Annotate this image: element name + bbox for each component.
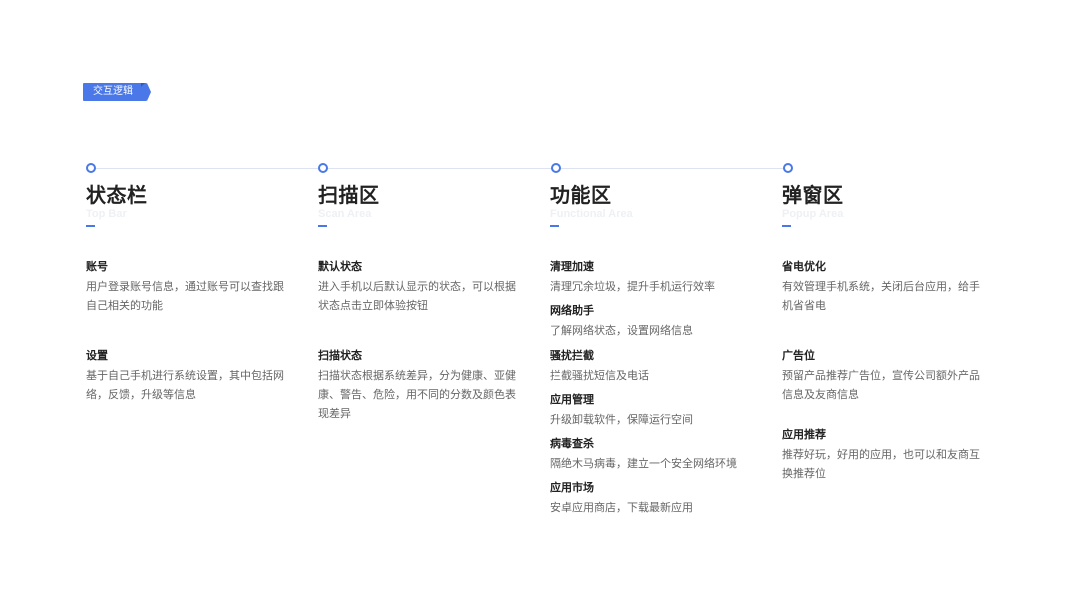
item-title: 应用推荐 [782,428,826,441]
column-subtitle: Popup Area [782,208,844,220]
item-desc: 拦截骚扰短信及电话 [550,369,649,382]
column-accent-dash [782,225,791,227]
item-desc: 进入手机以后默认显示的状态，可以根据状态点击立即体验按钮 [318,280,516,312]
item-title: 广告位 [782,349,815,362]
list-item: 清理加速 清理冗余垃圾，提升手机运行效率 [550,260,750,296]
list-item: 病毒查杀 隔绝木马病毒，建立一个安全网络环境 [550,437,750,473]
item-desc: 基于自己手机进行系统设置，其中包括网络，反馈，升级等信息 [86,369,284,401]
column-subtitle: Scan Area [318,208,372,220]
item-title: 骚扰拦截 [550,349,594,362]
timeline-node-3 [551,163,561,173]
list-item: 应用管理 升级卸载软件，保障运行空间 [550,393,750,429]
column-title: 功能区 [550,183,612,207]
column-functional-area: 功能区 Functional Area 清理加速 清理冗余垃圾，提升手机运行效率… [550,182,760,522]
column-subtitle: Functional Area [550,208,633,220]
list-item: 广告位 预留产品推荐广告位，宣传公司额外产品信息及友商信息 [782,349,982,404]
list-item: 网络助手 了解网络状态，设置网络信息 [550,304,750,340]
timeline-node-2 [318,163,328,173]
item-desc: 推荐好玩，好用的应用，也可以和友商互换推荐位 [782,448,980,480]
list-item: 默认状态 进入手机以后默认显示的状态，可以根据状态点击立即体验按钮 [318,260,518,315]
item-title: 应用管理 [550,393,594,406]
item-title: 病毒查杀 [550,437,594,450]
column-accent-dash [318,225,327,227]
column-title: 弹窗区 [782,183,844,207]
list-item: 应用推荐 推荐好玩，好用的应用，也可以和友商互换推荐位 [782,428,982,483]
list-item: 设置 基于自己手机进行系统设置，其中包括网络，反馈，升级等信息 [86,349,286,404]
timeline-node-4 [783,163,793,173]
item-desc: 预留产品推荐广告位，宣传公司额外产品信息及友商信息 [782,369,980,401]
item-title: 扫描状态 [318,349,362,362]
column-accent-dash [550,225,559,227]
item-title: 账号 [86,260,108,273]
timeline-node-1 [86,163,96,173]
item-title: 设置 [86,349,108,362]
list-item: 应用市场 安卓应用商店，下载最新应用 [550,481,750,517]
list-item: 扫描状态 扫描状态根据系统差异，分为健康、亚健康、警告、危险，用不同的分数及颜色… [318,349,518,423]
list-item: 账号 用户登录账号信息，通过账号可以查找跟自己相关的功能 [86,260,286,315]
column-popup-area: 弹窗区 Popup Area 省电优化 有效管理手机系统，关闭后台应用，给手机省… [782,182,992,482]
column-subtitle: Top Bar [86,208,127,220]
badge-fold-decoration [141,83,145,87]
column-title: 状态栏 [86,183,148,207]
timeline-line [91,168,789,169]
section-badge: 交互逻辑 [83,83,151,101]
column-accent-dash [86,225,95,227]
item-title: 应用市场 [550,481,594,494]
column-title: 扫描区 [318,183,380,207]
item-desc: 安卓应用商店，下载最新应用 [550,501,693,514]
item-title: 网络助手 [550,304,594,317]
item-desc: 升级卸载软件，保障运行空间 [550,413,693,426]
column-scan-area: 扫描区 Scan Area 默认状态 进入手机以后默认显示的状态，可以根据状态点… [318,182,528,482]
list-item: 骚扰拦截 拦截骚扰短信及电话 [550,349,750,385]
item-desc: 有效管理手机系统，关闭后台应用，给手机省省电 [782,280,980,312]
column-top-bar: 状态栏 Top Bar 账号 用户登录账号信息，通过账号可以查找跟自己相关的功能… [86,182,296,482]
item-title: 省电优化 [782,260,826,273]
section-badge-label: 交互逻辑 [93,86,133,97]
item-desc: 用户登录账号信息，通过账号可以查找跟自己相关的功能 [86,280,284,312]
item-desc: 隔绝木马病毒，建立一个安全网络环境 [550,457,737,470]
list-item: 省电优化 有效管理手机系统，关闭后台应用，给手机省省电 [782,260,982,315]
item-desc: 扫描状态根据系统差异，分为健康、亚健康、警告、危险，用不同的分数及颜色表现差异 [318,369,516,420]
item-title: 默认状态 [318,260,362,273]
item-desc: 了解网络状态，设置网络信息 [550,324,693,337]
item-desc: 清理冗余垃圾，提升手机运行效率 [550,280,715,293]
item-title: 清理加速 [550,260,594,273]
